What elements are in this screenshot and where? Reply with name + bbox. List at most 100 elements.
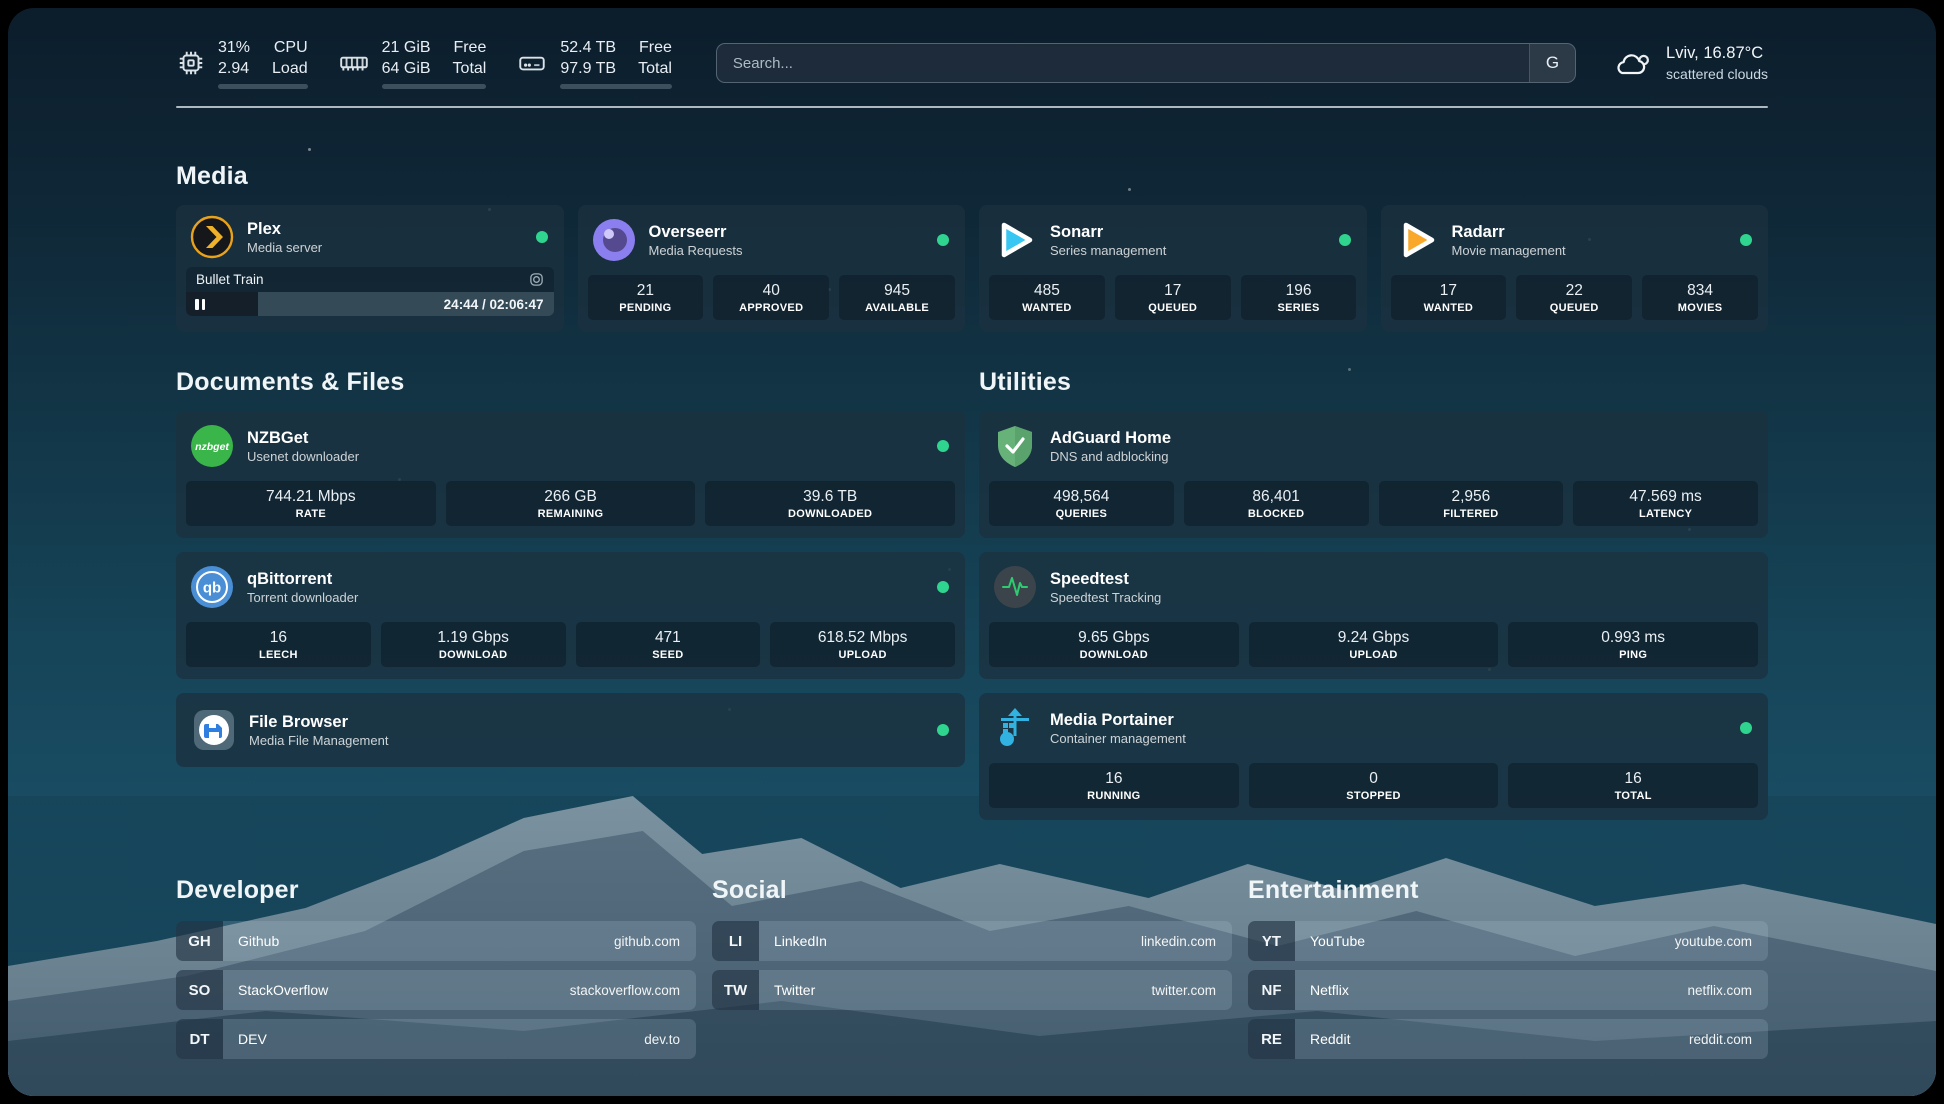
overseerr-stat-pending: 21PENDING xyxy=(588,275,704,320)
bookmark-abbr: LI xyxy=(712,921,759,961)
bookmark-youtube[interactable]: YT YouTube youtube.com xyxy=(1248,921,1768,961)
overseerr-link[interactable]: Overseerr Media Requests xyxy=(578,205,966,273)
nzbget-link[interactable]: nzbget NZBGet Usenet downloader xyxy=(176,411,965,479)
documents-column: Documents & Files nzbget xyxy=(176,368,965,820)
filebrowser-status-dot xyxy=(937,724,949,736)
memory-widget: 21 GiB Free 64 GiB Total xyxy=(338,38,487,89)
bookmark-url: stackoverflow.com xyxy=(570,983,696,998)
memory-total-label: Total xyxy=(453,59,487,79)
bookmarks-social: Social LI LinkedIn linkedin.com TW Twitt… xyxy=(712,876,1232,1068)
plex-icon xyxy=(190,215,234,259)
radarr-status-dot xyxy=(1740,234,1752,246)
portainer-link[interactable]: Media Portainer Container management xyxy=(979,693,1768,761)
speedtest-stat-ping: 0.993 msPING xyxy=(1508,622,1758,667)
cpu-usage-value: 31% xyxy=(218,38,250,58)
plex-link[interactable]: Plex Media server xyxy=(176,205,564,267)
qbittorrent-stat-upload: 618.52 MbpsUPLOAD xyxy=(770,622,955,667)
adguard-link[interactable]: AdGuard Home DNS and adblocking xyxy=(979,411,1768,479)
radarr-link[interactable]: Radarr Movie management xyxy=(1381,205,1769,273)
bookmark-reddit[interactable]: RE Reddit reddit.com xyxy=(1248,1019,1768,1059)
filebrowser-card: File Browser Media File Management xyxy=(176,693,965,767)
search-go-button[interactable]: G xyxy=(1529,44,1575,82)
filebrowser-link[interactable]: File Browser Media File Management xyxy=(176,693,965,767)
qbittorrent-link[interactable]: qb qBittorrent Torrent downloader xyxy=(176,552,965,620)
adguard-name: AdGuard Home xyxy=(1050,428,1171,449)
now-playing-options-icon[interactable] xyxy=(529,272,544,287)
bookmarks-developer: Developer GH Github github.com SO StackO… xyxy=(176,876,696,1068)
overseerr-icon xyxy=(592,218,636,262)
now-playing-time: 24:44 / 02:06:47 xyxy=(444,297,554,312)
bookmark-url: netflix.com xyxy=(1687,983,1768,998)
radarr-card: Radarr Movie management 17WANTED 22QUEUE… xyxy=(1381,205,1769,332)
plex-now-playing: Bullet Train 24:44 / 02:06:47 xyxy=(186,267,554,316)
nzbget-stat-rate: 744.21 MbpsRATE xyxy=(186,481,436,526)
bookmark-abbr: GH xyxy=(176,921,223,961)
speedtest-stat-upload: 9.24 GbpsUPLOAD xyxy=(1249,622,1499,667)
ram-icon xyxy=(338,48,370,78)
bookmark-name: DEV xyxy=(223,1031,267,1047)
adguard-stat-filtered: 2,956FILTERED xyxy=(1379,481,1564,526)
cpu-load-value: 2.94 xyxy=(218,59,250,79)
qbittorrent-name: qBittorrent xyxy=(247,569,358,590)
qbittorrent-desc: Torrent downloader xyxy=(247,590,358,605)
bookmark-stackoverflow[interactable]: SO StackOverflow stackoverflow.com xyxy=(176,970,696,1010)
disk-total-value: 97.9 TB xyxy=(560,59,616,79)
overseerr-status-dot xyxy=(937,234,949,246)
bookmark-abbr: SO xyxy=(176,970,223,1010)
top-bar: 31% CPU 2.94 Load xyxy=(176,34,1768,92)
qbittorrent-stat-download: 1.19 GbpsDOWNLOAD xyxy=(381,622,566,667)
plex-card: Plex Media server Bullet Train xyxy=(176,205,564,332)
bookmark-netflix[interactable]: NF Netflix netflix.com xyxy=(1248,970,1768,1010)
radarr-stat-queued: 22QUEUED xyxy=(1516,275,1632,320)
portainer-stat-stopped: 0STOPPED xyxy=(1249,763,1499,808)
sonarr-link[interactable]: Sonarr Series management xyxy=(979,205,1367,273)
nzbget-card: nzbget NZBGet Usenet downloader 74 xyxy=(176,411,965,538)
cpu-load-label: Load xyxy=(272,59,308,79)
bookmark-name: Twitter xyxy=(759,982,815,998)
search-input[interactable] xyxy=(717,44,1529,82)
sonarr-card: Sonarr Series management 485WANTED 17QUE… xyxy=(979,205,1367,332)
bookmark-linkedin[interactable]: LI LinkedIn linkedin.com xyxy=(712,921,1232,961)
radarr-icon xyxy=(1395,218,1439,262)
bookmark-dev[interactable]: DT DEV dev.to xyxy=(176,1019,696,1059)
cloud-icon xyxy=(1612,46,1652,80)
weather-location-temp: Lviv, 16.87°C xyxy=(1666,43,1768,64)
bookmark-name: Github xyxy=(223,933,279,949)
bookmark-url: github.com xyxy=(614,934,696,949)
portainer-stat-running: 16RUNNING xyxy=(989,763,1239,808)
overseerr-name: Overseerr xyxy=(649,222,743,243)
plex-name: Plex xyxy=(247,219,322,240)
now-playing-progress: 24:44 / 02:06:47 xyxy=(186,292,554,316)
radarr-desc: Movie management xyxy=(1452,243,1566,258)
media-cards: Plex Media server Bullet Train xyxy=(176,205,1768,332)
bookmark-twitter[interactable]: TW Twitter twitter.com xyxy=(712,970,1232,1010)
speedtest-icon xyxy=(993,565,1037,609)
section-header-entertainment: Entertainment xyxy=(1248,876,1768,905)
section-header-documents: Documents & Files xyxy=(176,368,965,397)
svg-text:qb: qb xyxy=(203,580,221,597)
portainer-icon xyxy=(993,706,1037,750)
section-header-developer: Developer xyxy=(176,876,696,905)
weather-condition: scattered clouds xyxy=(1666,65,1768,83)
nzbget-status-dot xyxy=(937,440,949,452)
cpu-widget: 31% CPU 2.94 Load xyxy=(176,38,308,89)
qbittorrent-status-dot xyxy=(937,581,949,593)
overseerr-desc: Media Requests xyxy=(649,243,743,258)
speedtest-link[interactable]: Speedtest Speedtest Tracking xyxy=(979,552,1768,620)
memory-total-value: 64 GiB xyxy=(382,59,431,79)
bookmark-url: dev.to xyxy=(644,1032,696,1047)
weather-widget: Lviv, 16.87°C scattered clouds xyxy=(1612,43,1768,83)
adguard-icon xyxy=(993,424,1037,468)
disk-progress-bar xyxy=(560,84,672,89)
bookmarks-entertainment: Entertainment YT YouTube youtube.com NF … xyxy=(1248,876,1768,1068)
section-header-social: Social xyxy=(712,876,1232,905)
speedtest-stat-download: 9.65 GbpsDOWNLOAD xyxy=(989,622,1239,667)
portainer-name: Media Portainer xyxy=(1050,710,1186,731)
bookmark-github[interactable]: GH Github github.com xyxy=(176,921,696,961)
bookmark-abbr: YT xyxy=(1248,921,1295,961)
sonarr-icon xyxy=(993,218,1037,262)
qbittorrent-stat-seed: 471SEED xyxy=(576,622,761,667)
disk-total-label: Total xyxy=(638,59,672,79)
section-header-media: Media xyxy=(176,162,1768,191)
sonarr-stat-wanted: 485WANTED xyxy=(989,275,1105,320)
